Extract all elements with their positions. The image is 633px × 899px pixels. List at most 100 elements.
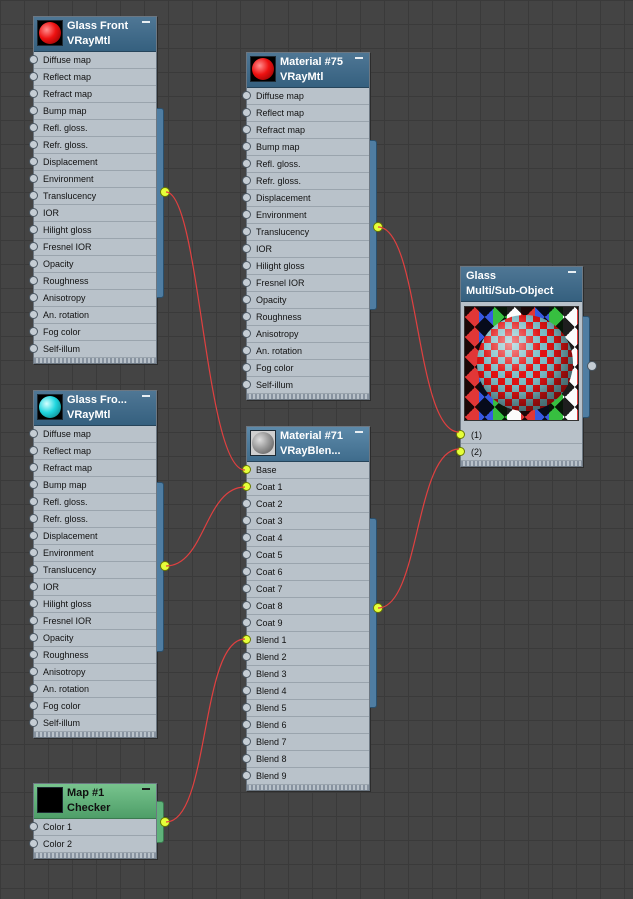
- collapse-icon[interactable]: [355, 431, 363, 433]
- input-socket[interactable]: [29, 582, 38, 591]
- slot-row[interactable]: Coat 2: [242, 496, 369, 513]
- slot-row[interactable]: Refract map: [29, 460, 156, 477]
- slot-row[interactable]: Base: [242, 462, 369, 479]
- slot-row[interactable]: Coat 8: [242, 598, 369, 615]
- input-socket[interactable]: [29, 276, 38, 285]
- slot-row[interactable]: Coat 9: [242, 615, 369, 632]
- node-material-75[interactable]: Material #75 VRayMtl Diffuse map Reflect …: [242, 52, 383, 400]
- collapse-icon[interactable]: [142, 395, 150, 397]
- node-resize-grip[interactable]: [34, 853, 156, 858]
- node-header[interactable]: Material #75 VRayMtl: [247, 53, 369, 88]
- slot-row[interactable]: Bump map: [29, 477, 156, 494]
- slot-row[interactable]: Blend 9: [242, 768, 369, 785]
- wire-glassfront2-to-coat1[interactable]: [165, 486, 246, 567]
- input-socket[interactable]: [29, 344, 38, 353]
- input-socket[interactable]: [29, 242, 38, 251]
- slot-row[interactable]: Coat 3: [242, 513, 369, 530]
- output-tab[interactable]: [370, 518, 377, 708]
- slot-row[interactable]: Coat 5: [242, 547, 369, 564]
- node-header[interactable]: Map #1 Checker: [34, 784, 156, 819]
- slot-row[interactable]: Bump map: [29, 103, 156, 120]
- slot-row[interactable]: Refl. gloss.: [29, 494, 156, 511]
- slot-row[interactable]: Reflect map: [29, 69, 156, 86]
- input-socket[interactable]: [242, 754, 251, 763]
- input-socket[interactable]: [456, 447, 465, 456]
- slot-row[interactable]: Fresnel IOR: [29, 613, 156, 630]
- input-socket[interactable]: [242, 635, 251, 644]
- input-socket[interactable]: [29, 55, 38, 64]
- input-socket[interactable]: [29, 548, 38, 557]
- slot-row[interactable]: Diffuse map: [29, 426, 156, 443]
- input-socket[interactable]: [29, 225, 38, 234]
- input-socket[interactable]: [242, 176, 251, 185]
- node-resize-grip[interactable]: [34, 732, 156, 737]
- slot-row[interactable]: Refl. gloss.: [242, 156, 369, 173]
- input-socket[interactable]: [242, 380, 251, 389]
- slot-row[interactable]: Roughness: [242, 309, 369, 326]
- slot-row[interactable]: Self-illum: [29, 715, 156, 732]
- slot-row[interactable]: IOR: [29, 205, 156, 222]
- slot-row[interactable]: Hilight gloss: [29, 222, 156, 239]
- slot-row[interactable]: Blend 7: [242, 734, 369, 751]
- slot-row[interactable]: Diffuse map: [242, 88, 369, 105]
- input-socket[interactable]: [29, 89, 38, 98]
- input-socket[interactable]: [29, 822, 38, 831]
- input-socket[interactable]: [242, 533, 251, 542]
- input-socket[interactable]: [29, 497, 38, 506]
- input-socket[interactable]: [29, 531, 38, 540]
- output-tab[interactable]: [157, 108, 164, 298]
- input-socket[interactable]: [29, 429, 38, 438]
- input-socket[interactable]: [242, 482, 251, 491]
- input-socket[interactable]: [29, 565, 38, 574]
- input-socket[interactable]: [29, 446, 38, 455]
- input-socket[interactable]: [29, 327, 38, 336]
- input-socket[interactable]: [242, 125, 251, 134]
- slot-row[interactable]: Translucency: [29, 188, 156, 205]
- node-header[interactable]: Glass Front VRayMtl: [34, 17, 156, 52]
- input-socket[interactable]: [242, 584, 251, 593]
- collapse-icon[interactable]: [142, 788, 150, 790]
- input-socket[interactable]: [29, 480, 38, 489]
- input-socket[interactable]: [29, 310, 38, 319]
- slot-row[interactable]: (2): [456, 444, 582, 461]
- input-socket[interactable]: [242, 91, 251, 100]
- input-socket[interactable]: [29, 208, 38, 217]
- slot-row[interactable]: Anisotropy: [29, 664, 156, 681]
- input-socket[interactable]: [242, 363, 251, 372]
- input-socket[interactable]: [29, 106, 38, 115]
- input-socket[interactable]: [242, 720, 251, 729]
- input-socket[interactable]: [242, 652, 251, 661]
- slot-row[interactable]: Bump map: [242, 139, 369, 156]
- input-socket[interactable]: [242, 108, 251, 117]
- slot-row[interactable]: Reflect map: [242, 105, 369, 122]
- node-glass-front[interactable]: Glass Front VRayMtl Diffuse map Reflect m…: [29, 16, 170, 364]
- node-resize-grip[interactable]: [247, 785, 369, 790]
- input-socket[interactable]: [242, 618, 251, 627]
- slot-row[interactable]: Displacement: [29, 528, 156, 545]
- slot-row[interactable]: Roughness: [29, 273, 156, 290]
- node-material-71[interactable]: Material #71 VRayBlen... Base Coat 1 Coat …: [242, 426, 383, 791]
- input-socket[interactable]: [29, 191, 38, 200]
- slot-row[interactable]: IOR: [242, 241, 369, 258]
- input-socket[interactable]: [29, 140, 38, 149]
- slot-row[interactable]: Fog color: [29, 324, 156, 341]
- input-socket[interactable]: [242, 669, 251, 678]
- slot-row[interactable]: Color 2: [29, 836, 156, 853]
- slot-row[interactable]: Hilight gloss: [29, 596, 156, 613]
- input-socket[interactable]: [242, 465, 251, 474]
- output-socket[interactable]: [160, 561, 170, 571]
- wire-glassfront-to-base[interactable]: [165, 191, 246, 471]
- slot-row[interactable]: Opacity: [242, 292, 369, 309]
- slot-row[interactable]: Opacity: [29, 630, 156, 647]
- input-socket[interactable]: [29, 667, 38, 676]
- slot-row[interactable]: Blend 2: [242, 649, 369, 666]
- input-socket[interactable]: [242, 737, 251, 746]
- slot-row[interactable]: An. rotation: [29, 307, 156, 324]
- slot-row[interactable]: Self-illum: [242, 377, 369, 394]
- slot-row[interactable]: Color 1: [29, 819, 156, 836]
- input-socket[interactable]: [29, 157, 38, 166]
- input-socket[interactable]: [29, 633, 38, 642]
- input-socket[interactable]: [242, 142, 251, 151]
- slot-row[interactable]: Environment: [242, 207, 369, 224]
- slot-row[interactable]: Refl. gloss.: [29, 120, 156, 137]
